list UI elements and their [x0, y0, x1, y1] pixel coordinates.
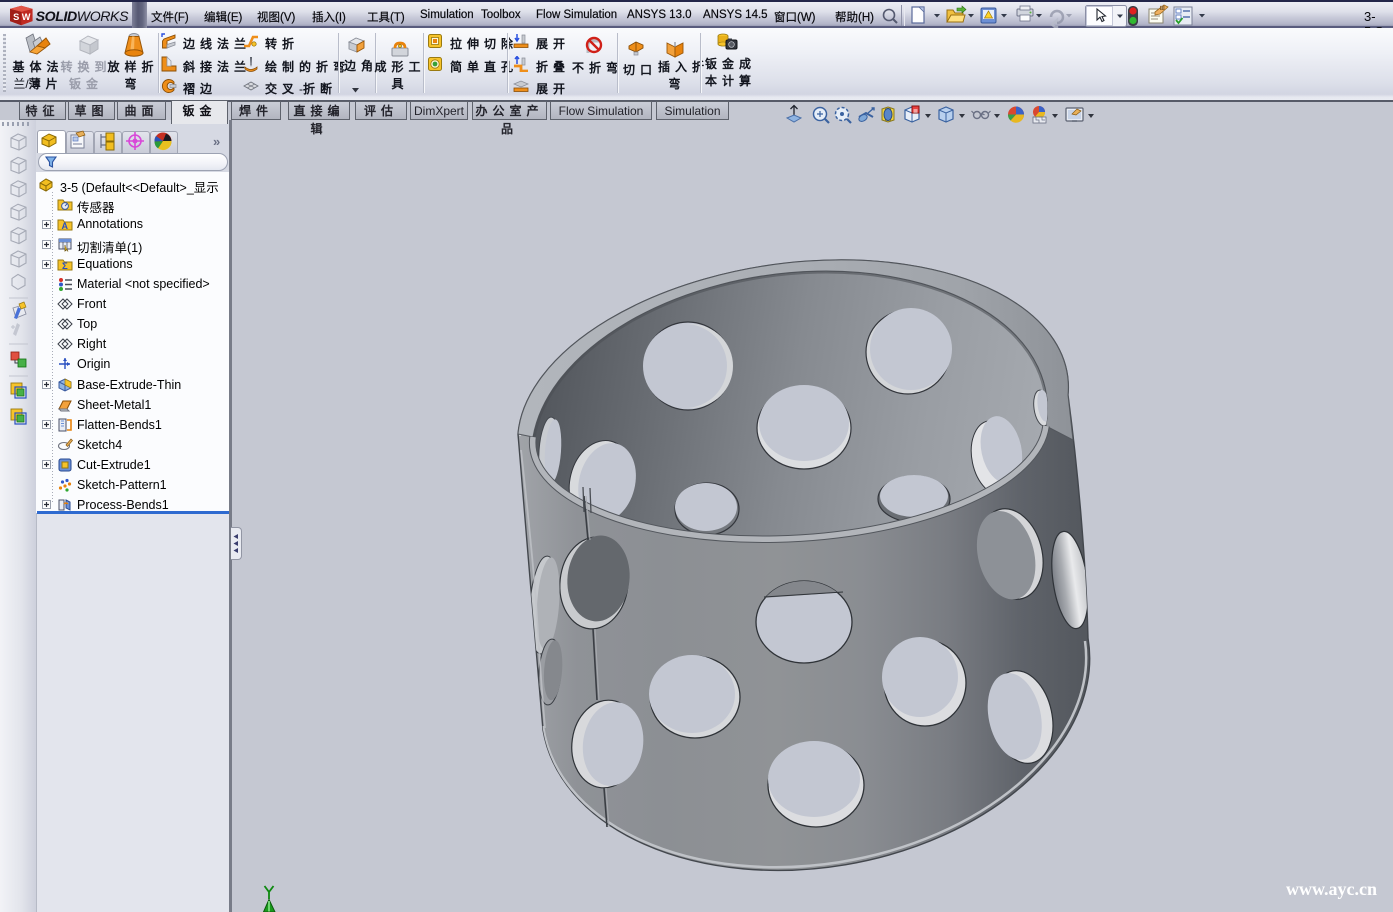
svg-text:SOLIDWORKS: SOLIDWORKS: [36, 8, 129, 24]
svg-text:A: A: [62, 221, 69, 231]
svg-text:Σ: Σ: [62, 261, 68, 272]
svg-text:»: »: [213, 134, 220, 149]
svg-text:S W: S W: [13, 12, 31, 22]
